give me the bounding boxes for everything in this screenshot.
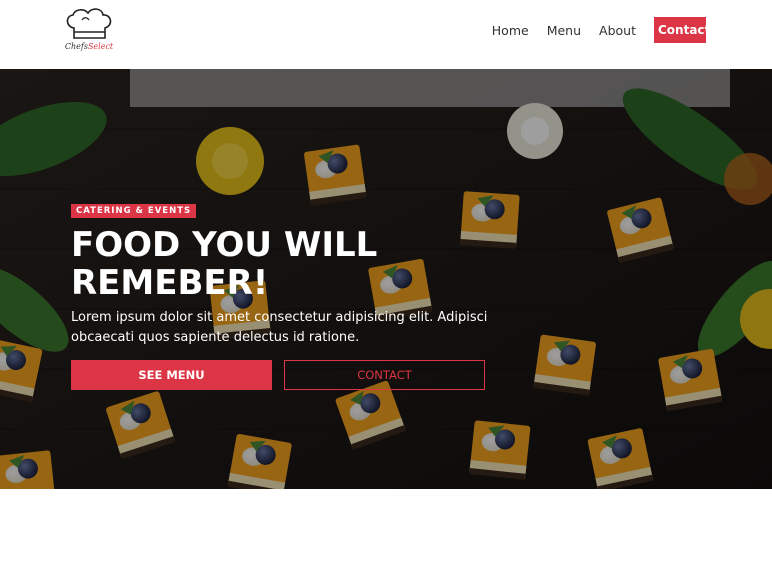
nav-link-menu[interactable]: Menu	[547, 23, 581, 38]
chef-hat-icon	[66, 8, 112, 39]
hero-badge: CATERING & EVENTS	[71, 204, 197, 218]
hero-section: CATERING & EVENTS FOOD YOU WILL REMEBER!…	[0, 69, 772, 489]
hero-title: FOOD YOU WILL REMEBER!	[71, 225, 378, 303]
see-menu-button[interactable]: SEE MENU	[71, 360, 272, 390]
brand-wordmark-part2: Select	[87, 42, 114, 51]
nav-link-about[interactable]: About	[599, 23, 636, 38]
hero-contact-button[interactable]: CONTACT	[284, 360, 485, 390]
nav-link-home[interactable]: Home	[492, 23, 529, 38]
brand-wordmark: ChefsSelect	[62, 42, 116, 51]
hero-description: Lorem ipsum dolor sit amet consectetur a…	[71, 310, 488, 345]
nav-contact-button[interactable]: Contact	[654, 17, 710, 43]
main-nav: Home Menu About Contact	[474, 17, 710, 43]
brand-logo[interactable]: ChefsSelect	[62, 8, 116, 58]
brand-wordmark-part1: Chefs	[64, 42, 88, 51]
site-header: ChefsSelect Home Menu About Contact	[0, 0, 772, 69]
hero-content: CATERING & EVENTS FOOD YOU WILL REMEBER!…	[71, 200, 511, 348]
